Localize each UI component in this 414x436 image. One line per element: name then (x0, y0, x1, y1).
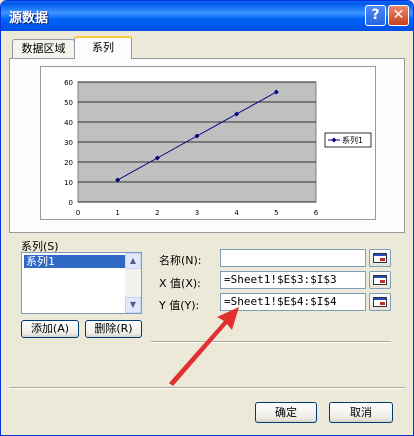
range-select-icon (373, 253, 387, 263)
name-label: 名称(N): (159, 254, 202, 267)
range-select-icon (373, 275, 387, 285)
y-tick-label: 10 (64, 179, 73, 187)
chart-svg: 0 10 20 30 40 50 60 0 1 2 3 4 5 6 系列1 (64, 79, 372, 217)
legend-label: 系列1 (342, 135, 363, 145)
x-tick-label: 3 (195, 209, 199, 217)
watermark (211, 381, 220, 406)
x-tick-label: 1 (115, 209, 119, 217)
window-title: 源数据 (9, 11, 49, 26)
x-tick-label: 6 (314, 209, 319, 217)
y-tick-label: 30 (64, 139, 73, 147)
scroll-up-icon[interactable]: ▲ (125, 253, 141, 269)
add-series-button[interactable]: 添加(A) (21, 320, 79, 338)
y-tick-label: 0 (69, 199, 73, 207)
red-arrow-icon (169, 307, 239, 386)
scroll-down-icon[interactable]: ▼ (125, 297, 141, 313)
series-list-scrollbar[interactable]: ▲ ▼ (125, 253, 141, 313)
y-tick-label: 60 (64, 79, 73, 87)
y-values-label: Y 值(Y): (159, 299, 200, 312)
x-tick-label: 5 (274, 209, 278, 217)
y-values-field[interactable]: =Sheet1!$E$4:$I$4 (220, 293, 366, 311)
help-button[interactable]: ? (365, 5, 386, 26)
x-tick-label: 4 (234, 209, 239, 217)
footer-separator (9, 387, 405, 389)
x-tick-label: 0 (76, 209, 80, 217)
chart-preview-panel: 0 10 20 30 40 50 60 0 1 2 3 4 5 6 系列1 (9, 58, 405, 233)
title-bar[interactable]: 源数据 ? ✕ (1, 1, 413, 31)
close-button[interactable]: ✕ (388, 5, 409, 26)
x-range-select-button[interactable] (369, 271, 391, 289)
x-values-field[interactable]: =Sheet1!$E$3:$I$3 (220, 271, 366, 289)
y-range-select-button[interactable] (369, 293, 391, 311)
name-field[interactable] (220, 249, 366, 267)
y-tick-label: 20 (64, 159, 73, 167)
delete-series-button[interactable]: 删除(R) (85, 320, 142, 338)
fields-separator (151, 341, 391, 343)
x-tick-label: 2 (155, 209, 159, 217)
chart-preview: 0 10 20 30 40 50 60 0 1 2 3 4 5 6 系列1 (40, 66, 376, 220)
cancel-button[interactable]: 取消 (329, 402, 393, 423)
y-tick-label: 40 (64, 119, 73, 127)
y-tick-label: 50 (64, 99, 73, 107)
name-range-select-button[interactable] (369, 249, 391, 267)
tab-data-range[interactable]: 数据区域 (12, 39, 75, 58)
series-list-item[interactable]: 系列1 (24, 255, 126, 268)
x-values-label: X 值(X): (159, 277, 201, 290)
source-data-dialog: 源数据 ? ✕ 数据区域 系列 0 10 20 30 40 50 60 0 1 2 3 4 5 6 系列1 … (0, 0, 414, 436)
series-listbox[interactable]: 系列1 ▲ ▼ (21, 252, 142, 314)
ok-button[interactable]: 确定 (255, 402, 317, 423)
tab-series[interactable]: 系列 (74, 36, 132, 59)
range-select-icon (373, 297, 387, 307)
